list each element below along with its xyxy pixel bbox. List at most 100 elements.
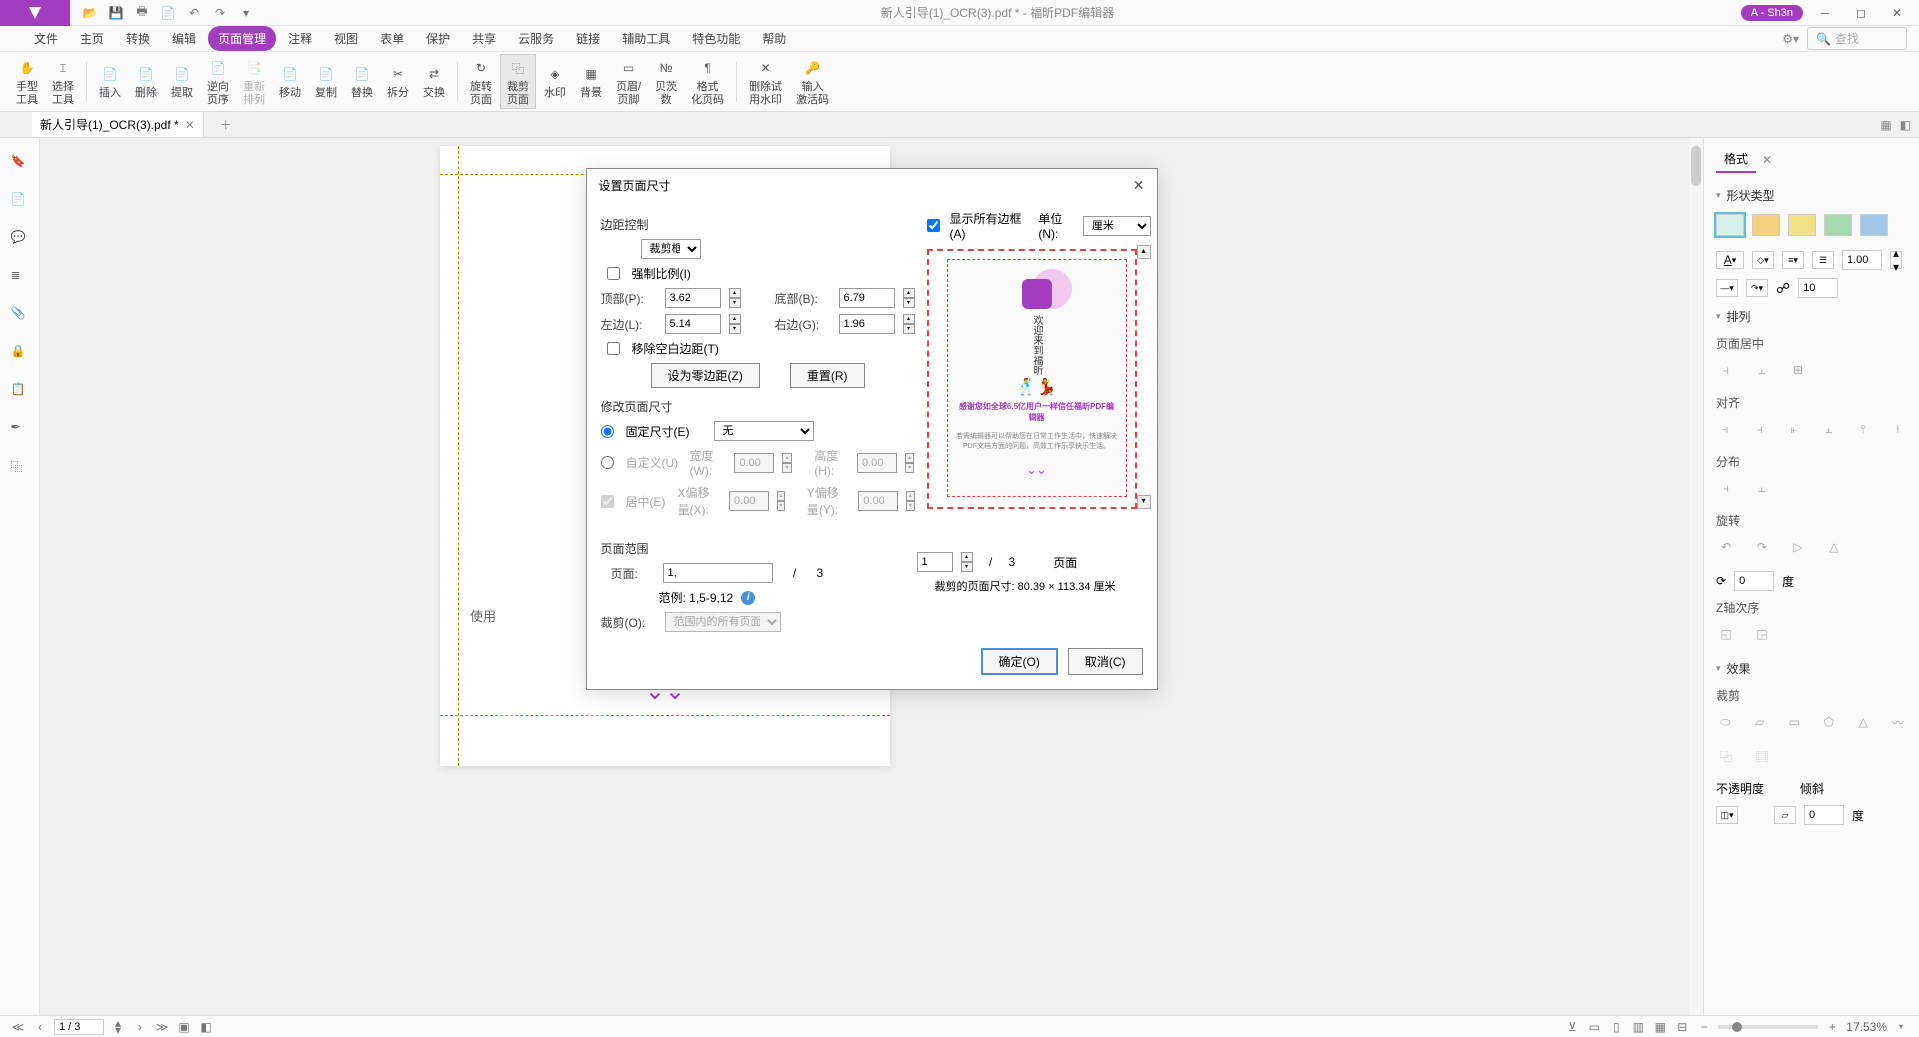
- menu-home[interactable]: 主页: [70, 26, 114, 51]
- tab-close-icon[interactable]: ✕: [185, 118, 195, 132]
- ribbon-删除[interactable]: 📄删除: [129, 61, 163, 101]
- bring-front-icon[interactable]: ◱: [1716, 624, 1736, 644]
- swatch-1[interactable]: [1752, 214, 1780, 236]
- format-tab[interactable]: 格式: [1716, 146, 1756, 173]
- skew-drop[interactable]: ▱: [1774, 806, 1796, 824]
- crop-triangle-icon[interactable]: △: [1854, 712, 1873, 732]
- ribbon-复制[interactable]: 📄复制: [309, 61, 343, 101]
- swatch-4[interactable]: [1860, 214, 1888, 236]
- send-back-icon[interactable]: ◲: [1752, 624, 1772, 644]
- crop-ellipse-icon[interactable]: ⬭: [1716, 712, 1735, 732]
- dash-drop[interactable]: —▾: [1716, 279, 1738, 297]
- align-bottom-icon[interactable]: ⫮: [1889, 419, 1908, 439]
- ribbon-裁剪-页面[interactable]: ⿻裁剪页面: [500, 54, 536, 108]
- ribbon-交换[interactable]: ⇄交换: [417, 61, 451, 101]
- attachment-icon[interactable]: 📎: [11, 306, 29, 324]
- ribbon-输入-激活码[interactable]: 🔑输入激活码: [790, 55, 835, 107]
- menu-form[interactable]: 表单: [370, 26, 414, 51]
- view-mode2-icon[interactable]: ◧: [198, 1020, 214, 1034]
- line-width-input[interactable]: [1842, 250, 1882, 270]
- layers-icon[interactable]: ≣: [11, 268, 29, 286]
- zero-margin-button[interactable]: 设为零边距(Z): [651, 363, 760, 388]
- effect-header[interactable]: 效果: [1716, 654, 1907, 683]
- pages-icon[interactable]: 📄: [11, 192, 29, 210]
- remove-white-checkbox[interactable]: [607, 342, 620, 355]
- menu-edit[interactable]: 编辑: [162, 26, 206, 51]
- center-v-icon[interactable]: ⫠: [1752, 360, 1772, 380]
- preview-scroll-up[interactable]: ▴: [1137, 245, 1151, 259]
- align-right-icon[interactable]: ⫦: [1785, 419, 1804, 439]
- security-icon[interactable]: 🔒: [11, 344, 29, 362]
- ribbon-移动[interactable]: 📄移动: [273, 61, 307, 101]
- zoom-slider[interactable]: [1718, 1025, 1818, 1029]
- layout5-icon[interactable]: ⊟: [1674, 1020, 1690, 1034]
- ribbon-提取[interactable]: 📄提取: [165, 61, 199, 101]
- swatch-0[interactable]: [1716, 214, 1744, 236]
- crop-pentagon-icon[interactable]: ⬠: [1820, 712, 1839, 732]
- ribbon-水印[interactable]: ◈水印: [538, 61, 572, 101]
- maximize-button[interactable]: ◻: [1847, 2, 1875, 24]
- distribute-v-icon[interactable]: ⫠: [1752, 478, 1772, 498]
- align-center-icon[interactable]: ⫞: [1751, 419, 1770, 439]
- shape-type-header[interactable]: 形状类型: [1716, 181, 1907, 210]
- undo-icon[interactable]: ↶: [186, 5, 202, 21]
- ribbon-贝茨-数[interactable]: №贝茨数: [649, 55, 683, 107]
- ribbon-拆分[interactable]: ✂拆分: [381, 61, 415, 101]
- page-input[interactable]: [663, 563, 773, 583]
- custom-radio[interactable]: [601, 456, 614, 469]
- ribbon-背景[interactable]: ▦背景: [574, 61, 608, 101]
- skew-input[interactable]: [1804, 805, 1844, 825]
- distribute-h-icon[interactable]: ⫞: [1716, 478, 1736, 498]
- document-tab[interactable]: 新人引导(1)_OCR(3).pdf * ✕: [32, 112, 204, 137]
- layout2-icon[interactable]: ▯: [1608, 1020, 1624, 1034]
- ribbon-逆向-页序[interactable]: 📄逆向页序: [201, 55, 235, 107]
- ribbon-手型-工具[interactable]: ✋手型工具: [10, 55, 44, 107]
- page-indicator-input[interactable]: [54, 1019, 104, 1035]
- ribbon-格式-化页码[interactable]: ¶格式化页码: [685, 55, 730, 107]
- zoom-out-icon[interactable]: −: [1696, 1020, 1712, 1034]
- unit-select[interactable]: 厘米: [1083, 216, 1151, 236]
- reset-button[interactable]: 重置(R): [790, 363, 865, 388]
- article-icon[interactable]: 📋: [11, 382, 29, 400]
- fixed-size-select[interactable]: 无: [714, 421, 814, 441]
- spinner-down[interactable]: ▾: [729, 298, 741, 308]
- comments-icon[interactable]: 💬: [11, 230, 29, 248]
- center-both-icon[interactable]: ⊞: [1788, 360, 1808, 380]
- redo-icon[interactable]: ↷: [212, 5, 228, 21]
- grid-view-icon[interactable]: ▦: [1880, 118, 1891, 132]
- close-button[interactable]: ✕: [1883, 2, 1911, 24]
- minimize-button[interactable]: ─: [1811, 2, 1839, 24]
- ok-button[interactable]: 确定(O): [981, 648, 1058, 675]
- menu-convert[interactable]: 转换: [116, 26, 160, 51]
- menu-link[interactable]: 链接: [566, 26, 610, 51]
- line-width-spinner[interactable]: ▴▾: [1890, 251, 1902, 269]
- center-h-icon[interactable]: ⫞: [1716, 360, 1736, 380]
- top-input[interactable]: [665, 288, 721, 308]
- opacity-drop[interactable]: ◫▾: [1716, 806, 1738, 824]
- canvas[interactable]: 使用 ⌄⌄ 设置页面尺寸 ✕ 边距控制 裁剪框: [40, 138, 1703, 1015]
- menu-view[interactable]: 视图: [324, 26, 368, 51]
- right-input[interactable]: [839, 314, 895, 334]
- bottom-input[interactable]: [839, 288, 895, 308]
- open-icon[interactable]: 📂: [82, 5, 98, 21]
- spinner-up[interactable]: ▴: [729, 288, 741, 298]
- search-input[interactable]: 🔍 查找: [1807, 27, 1907, 50]
- menu-protect[interactable]: 保护: [416, 26, 460, 51]
- menu-features[interactable]: 特色功能: [682, 26, 750, 51]
- rotate-input[interactable]: [1734, 571, 1774, 591]
- layout4-icon[interactable]: ▦: [1652, 1020, 1668, 1034]
- info-icon[interactable]: i: [741, 591, 755, 605]
- email-icon[interactable]: 📄: [160, 5, 176, 21]
- zoom-drop-icon[interactable]: ▾: [1893, 1020, 1909, 1034]
- view-mode1-icon[interactable]: ▣: [176, 1020, 192, 1034]
- flip-h-icon[interactable]: ▷: [1788, 537, 1808, 557]
- fixed-size-radio[interactable]: [601, 425, 614, 438]
- align-top-icon[interactable]: ⫠: [1820, 419, 1839, 439]
- line-style-drop[interactable]: ≡▾: [1782, 251, 1804, 269]
- ribbon-options-icon[interactable]: ⚙▾: [1782, 32, 1799, 46]
- force-ratio-checkbox[interactable]: [607, 267, 620, 280]
- prev-page-icon[interactable]: ‹: [32, 1020, 48, 1034]
- app-logo[interactable]: [0, 0, 70, 26]
- page-spinner[interactable]: ▴▾: [110, 1020, 126, 1034]
- ribbon-插入[interactable]: 📄插入: [93, 61, 127, 101]
